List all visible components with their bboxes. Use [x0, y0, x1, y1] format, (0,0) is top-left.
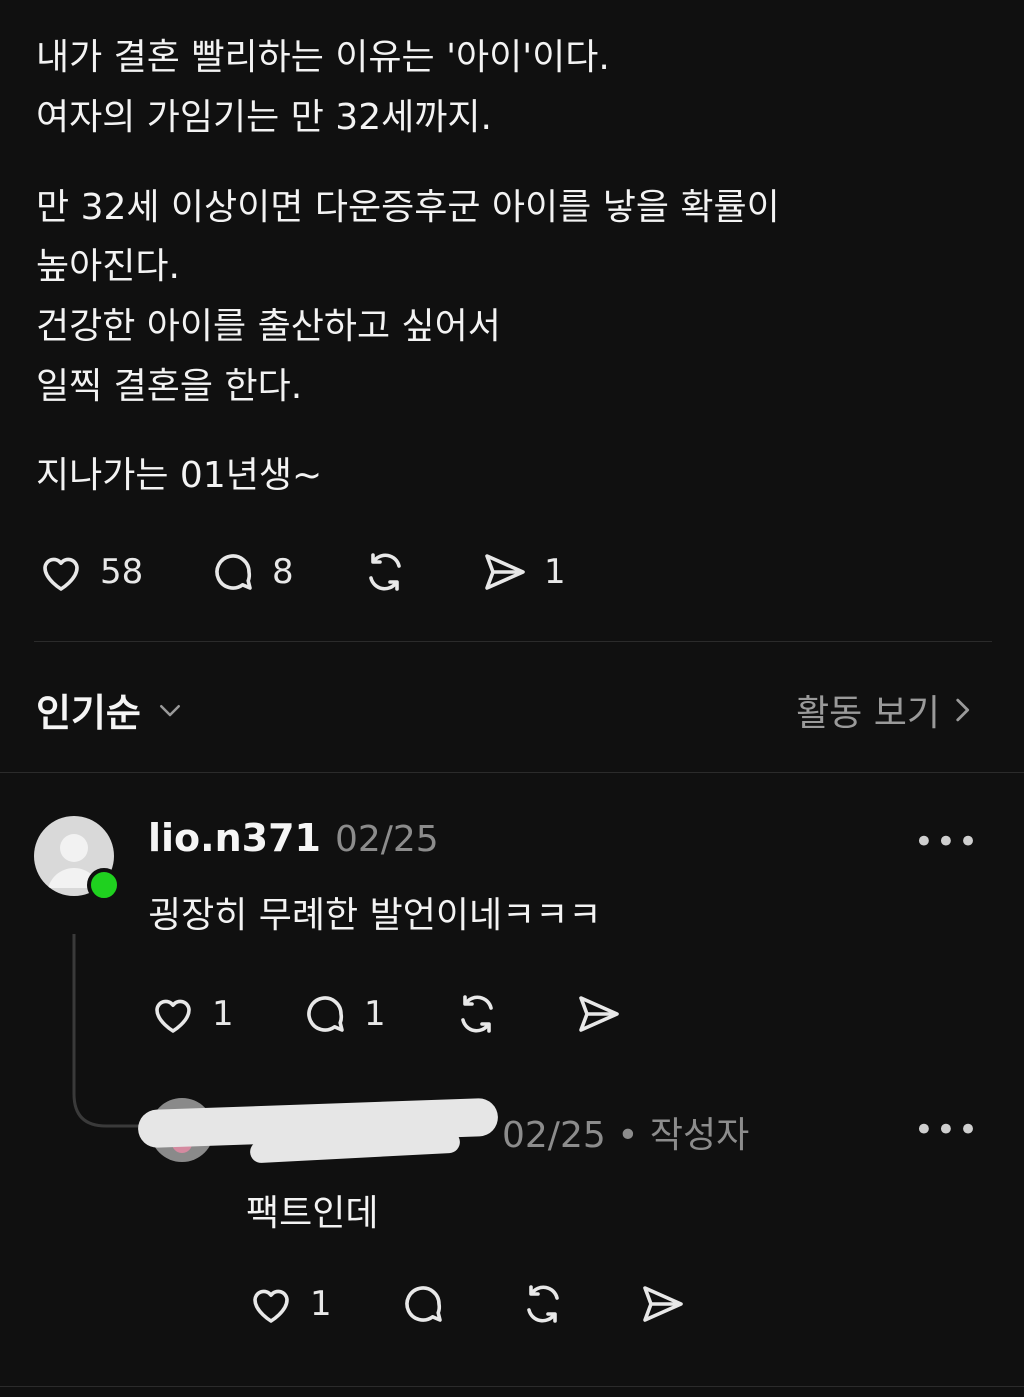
post-text-line-7: 지나가는 01년생~	[36, 455, 323, 496]
post-text-line-6: 일찍 결혼을 한다.	[36, 366, 303, 407]
post-repost-button[interactable]	[360, 548, 410, 596]
repost-icon	[518, 1280, 568, 1328]
reply-like-button[interactable]: 1	[246, 1280, 332, 1328]
reply-share-button[interactable]	[638, 1280, 688, 1328]
post-comment-button[interactable]: 8	[208, 548, 294, 596]
reply-like-count: 1	[310, 1284, 332, 1324]
reply-more-button[interactable]: •••	[914, 1110, 980, 1150]
speech-bubble-icon	[300, 990, 350, 1038]
comment-text: 굉장히 무례한 발언이네ㅋㅋㅋ	[148, 895, 602, 936]
view-activity-label: 활동 보기	[796, 693, 940, 734]
comment-header: lio.n371 02/25	[148, 816, 439, 860]
reply-repost-button[interactable]	[518, 1280, 568, 1328]
heart-icon	[246, 1280, 296, 1328]
post-text-line-1: 내가 결혼 빨리하는 이유는 '아이'이다.	[36, 37, 610, 78]
section-divider	[0, 772, 1024, 773]
send-icon	[638, 1280, 688, 1328]
reply-meta: 02/25 • 작성자	[502, 1115, 750, 1156]
post-text-line-4: 높아진다.	[36, 246, 180, 287]
comment-reply-count: 1	[364, 994, 386, 1034]
comment-share-button[interactable]	[574, 990, 624, 1038]
sort-dropdown[interactable]: 인기순	[36, 682, 187, 737]
speech-bubble-icon	[208, 548, 258, 596]
post-text-line-2: 여자의 가임기는 만 32세까지.	[36, 97, 492, 138]
bottom-divider	[0, 1386, 1024, 1387]
comment-username[interactable]: lio.n371	[148, 816, 321, 860]
comment-reply-button[interactable]: 1	[300, 990, 386, 1038]
send-icon	[574, 990, 624, 1038]
repost-icon	[452, 990, 502, 1038]
post-like-count: 58	[100, 552, 144, 592]
post-comment-count: 8	[272, 552, 294, 592]
repost-icon	[360, 548, 410, 596]
post-divider	[34, 641, 992, 642]
comment-like-count: 1	[212, 994, 234, 1034]
comment-repost-button[interactable]	[452, 990, 502, 1038]
heart-icon	[36, 548, 86, 596]
chevron-down-icon	[153, 695, 187, 725]
send-icon	[480, 548, 530, 596]
post-share-button[interactable]: 1	[480, 548, 566, 596]
post-like-button[interactable]: 58	[36, 548, 143, 596]
sort-label: 인기순	[36, 691, 141, 735]
chevron-right-icon	[950, 693, 974, 727]
post-share-count: 1	[544, 552, 566, 592]
speech-bubble-icon	[398, 1280, 448, 1328]
thread-connector-line	[72, 934, 160, 1128]
reply-comment-button[interactable]	[398, 1280, 448, 1328]
view-activity-link[interactable]: 활동 보기	[796, 684, 974, 736]
post-text-line-5: 건강한 아이를 출산하고 싶어서	[36, 306, 501, 347]
post-text-line-3: 만 32세 이상이면 다운증후군 아이를 낳을 확률이	[36, 187, 780, 228]
online-status-dot	[87, 868, 121, 902]
comment-date: 02/25	[334, 819, 439, 860]
comment-more-button[interactable]: •••	[914, 822, 980, 862]
reply-text: 팩트인데	[246, 1193, 379, 1234]
